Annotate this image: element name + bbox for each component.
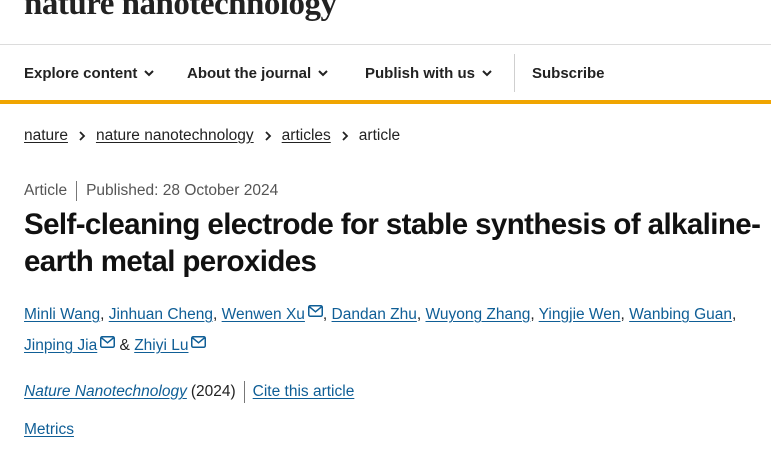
author-separator: , [213, 306, 222, 323]
nav-subscribe[interactable]: Subscribe [532, 45, 605, 101]
nav-item-label: About the journal [187, 64, 312, 82]
author-separator: , [731, 306, 737, 323]
breadcrumb-link-nature[interactable]: nature [24, 127, 68, 145]
envelope-icon[interactable] [307, 305, 323, 317]
envelope-icon[interactable] [100, 336, 116, 348]
author-link[interactable]: Jinping Jia [24, 337, 97, 354]
author-separator: , [620, 306, 630, 323]
breadcrumb-link-articles[interactable]: articles [282, 127, 331, 145]
author-link[interactable]: Wuyong Zhang [425, 306, 530, 323]
author-joiner: & [115, 337, 135, 354]
citation-line: Nature Nanotechnology (2024) Cite this a… [24, 381, 354, 403]
author-separator: , [100, 306, 109, 323]
journal-link[interactable]: Nature Nanotechnology [24, 383, 187, 401]
breadcrumb-current: article [358, 127, 401, 144]
chevron-down-icon [318, 70, 328, 77]
publication-year: (2024) [190, 383, 236, 400]
nav-about-journal[interactable]: About the journal [187, 45, 329, 101]
author-link[interactable]: Zhiyi Lu [134, 337, 188, 354]
nav-publish-with-us[interactable]: Publish with us [365, 45, 493, 101]
author-separator: , [322, 306, 332, 323]
chevron-down-icon [482, 70, 492, 77]
cite-this-article-link[interactable]: Cite this article [253, 383, 355, 401]
meta-divider [76, 181, 78, 201]
author-link[interactable]: Wanbing Guan [629, 306, 732, 323]
nav-explore-content[interactable]: Explore content [24, 45, 155, 101]
author-link[interactable]: Jinhuan Cheng [109, 306, 213, 323]
main-nav: Explore content About the journal Publis… [0, 45, 771, 101]
envelope-icon[interactable] [191, 336, 207, 348]
nav-divider [514, 54, 515, 92]
article-meta: Article Published: 28 October 2024 [24, 181, 278, 201]
breadcrumb: nature nature nanotechnology articles ar… [24, 126, 400, 146]
metrics-link[interactable]: Metrics [24, 421, 74, 439]
citation-divider [243, 381, 245, 403]
chevron-right-icon [265, 131, 271, 141]
nav-item-label: Explore content [24, 64, 138, 82]
nav-item-label: Publish with us [365, 64, 476, 82]
author-separator: , [530, 306, 539, 323]
chevron-right-icon [342, 131, 349, 141]
site-logo[interactable]: nature nanotechnology [24, 0, 337, 23]
author-link[interactable]: Dandan Zhu [332, 306, 417, 323]
breadcrumb-link-nature-nanotechnology[interactable]: nature nanotechnology [96, 127, 254, 145]
author-list: Minli Wang, Jinhuan Cheng, Wenwen Xu, Da… [24, 299, 769, 361]
article-type: Article [24, 182, 68, 199]
chevron-down-icon [144, 70, 155, 77]
publish-date: Published: 28 October 2024 [86, 182, 279, 199]
chevron-right-icon [79, 131, 86, 141]
nav-item-label: Subscribe [532, 64, 605, 82]
author-link[interactable]: Wenwen Xu [222, 306, 305, 323]
accent-bar [0, 100, 771, 104]
article-title: Self-cleaning electrode for stable synth… [24, 208, 761, 278]
author-link[interactable]: Minli Wang [24, 306, 100, 323]
masthead: nature nanotechnology [0, 0, 771, 45]
author-link[interactable]: Yingjie Wen [539, 306, 621, 323]
